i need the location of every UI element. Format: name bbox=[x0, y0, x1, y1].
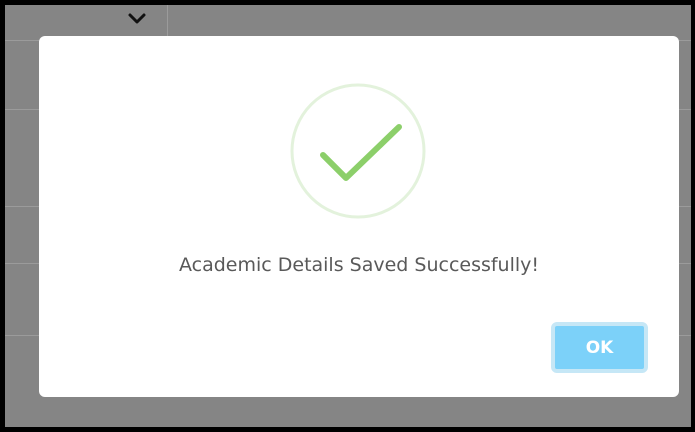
dialog-message: Academic Details Saved Successfully! bbox=[178, 254, 540, 276]
chevron-down-icon bbox=[128, 13, 146, 24]
screenshot-frame: Academic Details Saved Successfully! OK bbox=[0, 0, 695, 432]
success-dialog: Academic Details Saved Successfully! OK bbox=[39, 36, 679, 397]
checkmark-circle-icon bbox=[290, 83, 426, 219]
ok-button[interactable]: OK bbox=[551, 322, 648, 373]
background-column-divider bbox=[167, 5, 168, 40]
